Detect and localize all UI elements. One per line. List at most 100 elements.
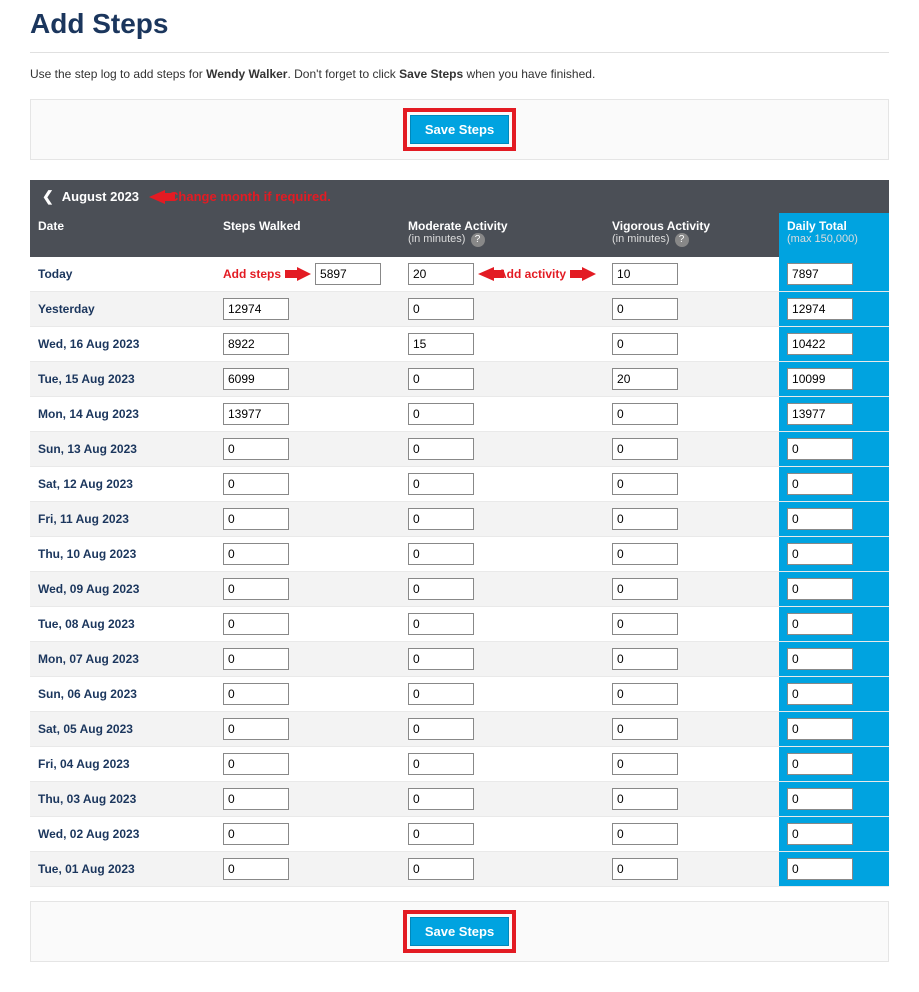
total-input[interactable]	[787, 858, 853, 880]
moderate-input[interactable]	[408, 858, 474, 880]
steps-cell	[215, 537, 400, 572]
vigorous-input[interactable]	[612, 718, 678, 740]
steps-input[interactable]	[223, 298, 289, 320]
moderate-input[interactable]	[408, 263, 474, 285]
table-row: Mon, 07 Aug 2023	[30, 642, 889, 677]
total-cell	[779, 397, 889, 432]
moderate-input[interactable]	[408, 543, 474, 565]
total-input[interactable]	[787, 648, 853, 670]
steps-input[interactable]	[223, 473, 289, 495]
moderate-input[interactable]	[408, 578, 474, 600]
total-input[interactable]	[787, 438, 853, 460]
total-cell	[779, 607, 889, 642]
date-cell: Today	[30, 257, 215, 292]
help-icon[interactable]: ?	[471, 233, 485, 247]
vigorous-input[interactable]	[612, 753, 678, 775]
moderate-input[interactable]	[408, 298, 474, 320]
vigorous-input[interactable]	[612, 508, 678, 530]
total-input[interactable]	[787, 508, 853, 530]
moderate-input[interactable]	[408, 718, 474, 740]
steps-cell: Add steps	[215, 257, 400, 292]
total-cell	[779, 852, 889, 887]
total-input[interactable]	[787, 298, 853, 320]
table-row: Fri, 04 Aug 2023	[30, 747, 889, 782]
total-input[interactable]	[787, 578, 853, 600]
moderate-input[interactable]	[408, 753, 474, 775]
steps-input[interactable]	[223, 403, 289, 425]
save-steps-button[interactable]: Save Steps	[410, 917, 509, 946]
total-input[interactable]	[787, 403, 853, 425]
steps-input[interactable]	[223, 578, 289, 600]
total-input[interactable]	[787, 683, 853, 705]
vigorous-input[interactable]	[612, 368, 678, 390]
vigorous-input[interactable]	[612, 613, 678, 635]
vigorous-input[interactable]	[612, 648, 678, 670]
steps-cell	[215, 642, 400, 677]
save-bar-top: Save Steps	[30, 99, 889, 160]
vigorous-input[interactable]	[612, 473, 678, 495]
total-input[interactable]	[787, 263, 853, 285]
moderate-input[interactable]	[408, 473, 474, 495]
steps-input[interactable]	[223, 333, 289, 355]
steps-input[interactable]	[223, 718, 289, 740]
steps-input[interactable]	[223, 438, 289, 460]
total-input[interactable]	[787, 333, 853, 355]
vigorous-input[interactable]	[612, 543, 678, 565]
steps-input[interactable]	[223, 508, 289, 530]
table-row: Wed, 09 Aug 2023	[30, 572, 889, 607]
steps-input[interactable]	[223, 368, 289, 390]
steps-input[interactable]	[315, 263, 381, 285]
moderate-cell	[400, 502, 604, 537]
moderate-input[interactable]	[408, 403, 474, 425]
table-row: TodayAdd stepsAdd activity	[30, 257, 889, 292]
date-cell: Tue, 08 Aug 2023	[30, 607, 215, 642]
help-icon[interactable]: ?	[675, 233, 689, 247]
vigorous-input[interactable]	[612, 683, 678, 705]
steps-input[interactable]	[223, 683, 289, 705]
total-input[interactable]	[787, 718, 853, 740]
moderate-input[interactable]	[408, 648, 474, 670]
vigorous-input[interactable]	[612, 438, 678, 460]
steps-input[interactable]	[223, 648, 289, 670]
vigorous-input[interactable]	[612, 403, 678, 425]
total-input[interactable]	[787, 473, 853, 495]
current-month-label: August 2023	[62, 189, 139, 204]
moderate-input[interactable]	[408, 333, 474, 355]
date-cell: Wed, 09 Aug 2023	[30, 572, 215, 607]
table-row: Yesterday	[30, 292, 889, 327]
total-input[interactable]	[787, 788, 853, 810]
vigorous-input[interactable]	[612, 263, 678, 285]
col-vigorous-sub: (in minutes)	[612, 233, 669, 245]
steps-cell	[215, 292, 400, 327]
moderate-input[interactable]	[408, 508, 474, 530]
moderate-input[interactable]	[408, 438, 474, 460]
table-row: Tue, 15 Aug 2023	[30, 362, 889, 397]
vigorous-input[interactable]	[612, 788, 678, 810]
moderate-input[interactable]	[408, 368, 474, 390]
total-input[interactable]	[787, 543, 853, 565]
moderate-cell	[400, 607, 604, 642]
vigorous-input[interactable]	[612, 858, 678, 880]
date-cell: Tue, 01 Aug 2023	[30, 852, 215, 887]
total-input[interactable]	[787, 753, 853, 775]
steps-input[interactable]	[223, 753, 289, 775]
table-row: Sun, 06 Aug 2023	[30, 677, 889, 712]
moderate-input[interactable]	[408, 788, 474, 810]
prev-month-icon[interactable]: ❮	[42, 188, 54, 205]
steps-input[interactable]	[223, 613, 289, 635]
date-cell: Fri, 11 Aug 2023	[30, 502, 215, 537]
vigorous-input[interactable]	[612, 298, 678, 320]
vigorous-input[interactable]	[612, 333, 678, 355]
vigorous-cell	[604, 642, 779, 677]
steps-input[interactable]	[223, 858, 289, 880]
steps-input[interactable]	[223, 543, 289, 565]
save-steps-button[interactable]: Save Steps	[410, 115, 509, 144]
page-title: Add Steps	[30, 0, 889, 52]
total-input[interactable]	[787, 368, 853, 390]
steps-input[interactable]	[223, 788, 289, 810]
total-input[interactable]	[787, 613, 853, 635]
date-cell: Sun, 06 Aug 2023	[30, 677, 215, 712]
moderate-input[interactable]	[408, 613, 474, 635]
moderate-input[interactable]	[408, 683, 474, 705]
vigorous-input[interactable]	[612, 578, 678, 600]
